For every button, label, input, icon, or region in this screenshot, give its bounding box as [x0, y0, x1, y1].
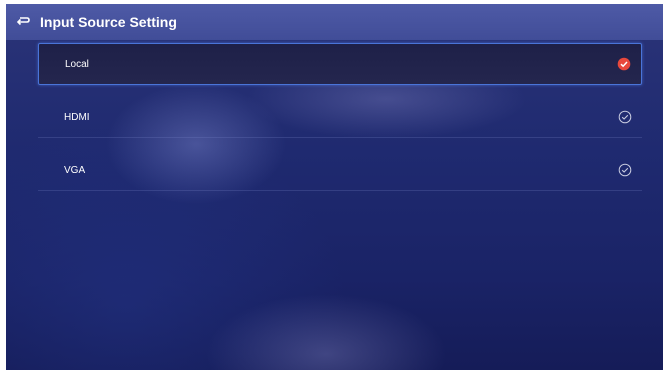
screen: Input Source Setting Local HDMI VGA [6, 4, 663, 370]
source-option-label: HDMI [64, 111, 90, 123]
source-option-hdmi[interactable]: HDMI [38, 97, 642, 138]
source-option-local[interactable]: Local [38, 43, 642, 85]
page-title: Input Source Setting [40, 14, 177, 30]
return-arrow-icon[interactable] [10, 4, 36, 40]
header-bar: Input Source Setting [6, 4, 663, 40]
unchecked-icon [618, 110, 632, 124]
unchecked-icon [618, 163, 632, 177]
source-option-vga[interactable]: VGA [38, 150, 642, 191]
source-option-label: Local [65, 58, 89, 70]
source-option-label: VGA [64, 164, 86, 176]
checked-icon [617, 57, 631, 71]
input-source-list: Local HDMI VGA [38, 43, 642, 203]
